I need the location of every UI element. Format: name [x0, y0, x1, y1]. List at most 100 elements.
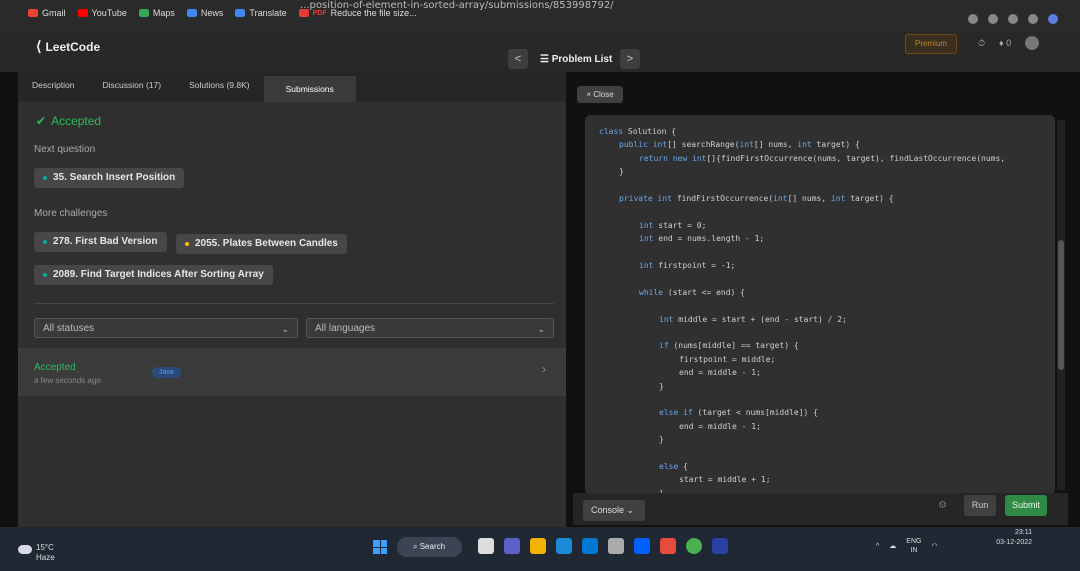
bookmark-icon [77, 9, 88, 17]
git-icon[interactable] [660, 538, 676, 554]
code-line: int firstpoint = -1; [639, 261, 736, 270]
taskbar-search[interactable]: ⌕ Search [397, 537, 462, 557]
input-language[interactable]: ENG IN [906, 537, 921, 555]
difficulty-dot [43, 176, 47, 180]
leetcode-logo[interactable]: ⟨ LeetCode [36, 38, 100, 55]
divider [34, 303, 554, 304]
code-line: while (start <= end) { [639, 287, 745, 297]
bookmark-icon [28, 9, 38, 17]
prev-problem-button[interactable]: < [508, 49, 528, 69]
extension-icon[interactable] [968, 14, 978, 24]
bookmarks-bar: Gmail YouTube Maps News Translate PDF Reduce t… [28, 8, 417, 18]
challenge-chip[interactable]: 278. First Bad Version [34, 232, 167, 252]
premium-button[interactable]: Premium [905, 34, 957, 54]
mail-icon[interactable] [582, 538, 598, 554]
tab-discussion[interactable]: Discussion (17) [89, 72, 176, 102]
clock[interactable]: 23:11 03-12-2022 [992, 528, 1032, 548]
file-explorer-icon[interactable] [530, 538, 546, 554]
bookmark-item[interactable]: YouTube [77, 8, 127, 18]
challenge-title: 2055. Plates Between Candles [195, 238, 338, 249]
share-icon[interactable] [988, 14, 998, 24]
region-code: IN [910, 547, 918, 554]
list-icon: ☰ [540, 54, 552, 65]
teams-icon[interactable] [504, 538, 520, 554]
tab-solutions[interactable]: Solutions (9.8K) [175, 72, 263, 102]
wifi-icon[interactable]: ◠ [931, 542, 937, 550]
submission-status: Accepted [34, 362, 76, 373]
bookmark-item[interactable]: PDF Reduce the file size... [298, 8, 417, 18]
bookmark-item[interactable]: Gmail [28, 8, 66, 18]
bookmark-item[interactable]: News [186, 8, 224, 18]
code-line: private int findFirstOccurrence(int[] nu… [619, 194, 894, 203]
next-problem-button[interactable]: > [620, 49, 640, 69]
chevron-up-icon[interactable]: ^ [876, 543, 879, 550]
timer-icon[interactable]: ⏱ [978, 38, 985, 49]
language-filter-value: All languages [315, 323, 376, 334]
check-circle-icon: ✔ [36, 114, 47, 128]
bookmark-label: Reduce the file size... [330, 8, 417, 18]
chevron-down-icon: ⌄ [537, 324, 545, 334]
bookmark-item[interactable]: Maps [138, 8, 175, 18]
code-line: end = middle - 1; [679, 421, 761, 431]
status-filter-value: All statuses [43, 323, 95, 334]
bookmark-label: Maps [152, 8, 175, 18]
puzzle-icon[interactable] [1028, 14, 1038, 24]
scrollbar-thumb[interactable] [1058, 240, 1064, 370]
challenge-chip[interactable]: 2055. Plates Between Candles [176, 234, 347, 254]
intellij-icon[interactable] [712, 538, 728, 554]
code-line: } [659, 435, 664, 445]
status-filter-select[interactable]: All statuses ⌄ [34, 318, 298, 338]
code-viewer[interactable]: class Solution {public int[] searchRange… [585, 115, 1055, 495]
console-button[interactable]: Console ⌄ [583, 500, 645, 521]
windows-start-icon[interactable] [373, 540, 387, 554]
code-line: } [619, 167, 624, 177]
code-line: if (nums[middle] == target) { [659, 341, 799, 351]
tab-submissions[interactable]: Submissions [263, 76, 356, 102]
leetcode-logo-icon: ⟨ [36, 38, 42, 54]
cloud-icon [18, 545, 32, 554]
next-question-title: 35. Search Insert Position [53, 172, 176, 183]
fire-icon: ♦ [999, 38, 1004, 48]
challenge-title: 278. First Bad Version [53, 236, 158, 247]
debug-icon[interactable]: ⚙ [938, 500, 947, 511]
pdf-badge: PDF [312, 9, 327, 17]
next-question-chip[interactable]: 35. Search Insert Position [34, 168, 185, 188]
difficulty-dot [43, 240, 47, 244]
clock-date: 03-12-2022 [996, 539, 1032, 546]
dropbox-icon[interactable] [634, 538, 650, 554]
run-button[interactable]: Run [964, 495, 996, 516]
close-code-button[interactable]: × Close [577, 86, 623, 103]
onedrive-icon[interactable]: ☁ [889, 542, 896, 550]
challenge-chip[interactable]: 2089. Find Target Indices After Sorting … [34, 265, 273, 285]
star-icon[interactable] [1008, 14, 1018, 24]
language-badge: Java [152, 367, 181, 378]
code-line: class Solution { [599, 127, 677, 136]
user-avatar[interactable] [1025, 36, 1040, 50]
tab-description[interactable]: Description [18, 72, 89, 102]
profile-avatar[interactable] [1048, 14, 1058, 24]
submit-button[interactable]: Submit [1005, 495, 1047, 516]
system-tray: ^ ☁ ENG IN ◠ [876, 537, 938, 555]
submission-row[interactable]: Accepted a few seconds ago Java › [18, 348, 566, 396]
streak-value: 0 [1006, 38, 1012, 48]
bookmark-label: News [200, 8, 224, 18]
browser-actions [968, 14, 1058, 24]
bookmark-label: Gmail [42, 8, 66, 18]
store-icon[interactable] [608, 538, 624, 554]
streak-counter[interactable]: ♦ 0 [999, 38, 1011, 48]
bookmark-icon [186, 9, 197, 17]
bookmark-item[interactable]: Translate [235, 8, 287, 18]
problem-list-button[interactable]: ☰ Problem List [540, 54, 612, 65]
weather-condition: Haze [36, 553, 55, 562]
code-line: else { [659, 462, 688, 471]
code-line: int end = nums.length - 1; [639, 234, 765, 244]
code-line: end = middle - 1; [679, 368, 761, 378]
task-view-icon[interactable] [478, 538, 494, 554]
weather-widget[interactable]: 15°C Haze [18, 543, 55, 563]
difficulty-dot [43, 273, 47, 277]
browser-bar: ...position-of-element-in-sorted-array/s… [0, 0, 1080, 30]
language-filter-select[interactable]: All languages ⌄ [306, 318, 554, 338]
chrome-icon[interactable] [686, 538, 702, 554]
edge-icon[interactable] [556, 538, 572, 554]
submission-time: a few seconds ago [34, 376, 101, 385]
